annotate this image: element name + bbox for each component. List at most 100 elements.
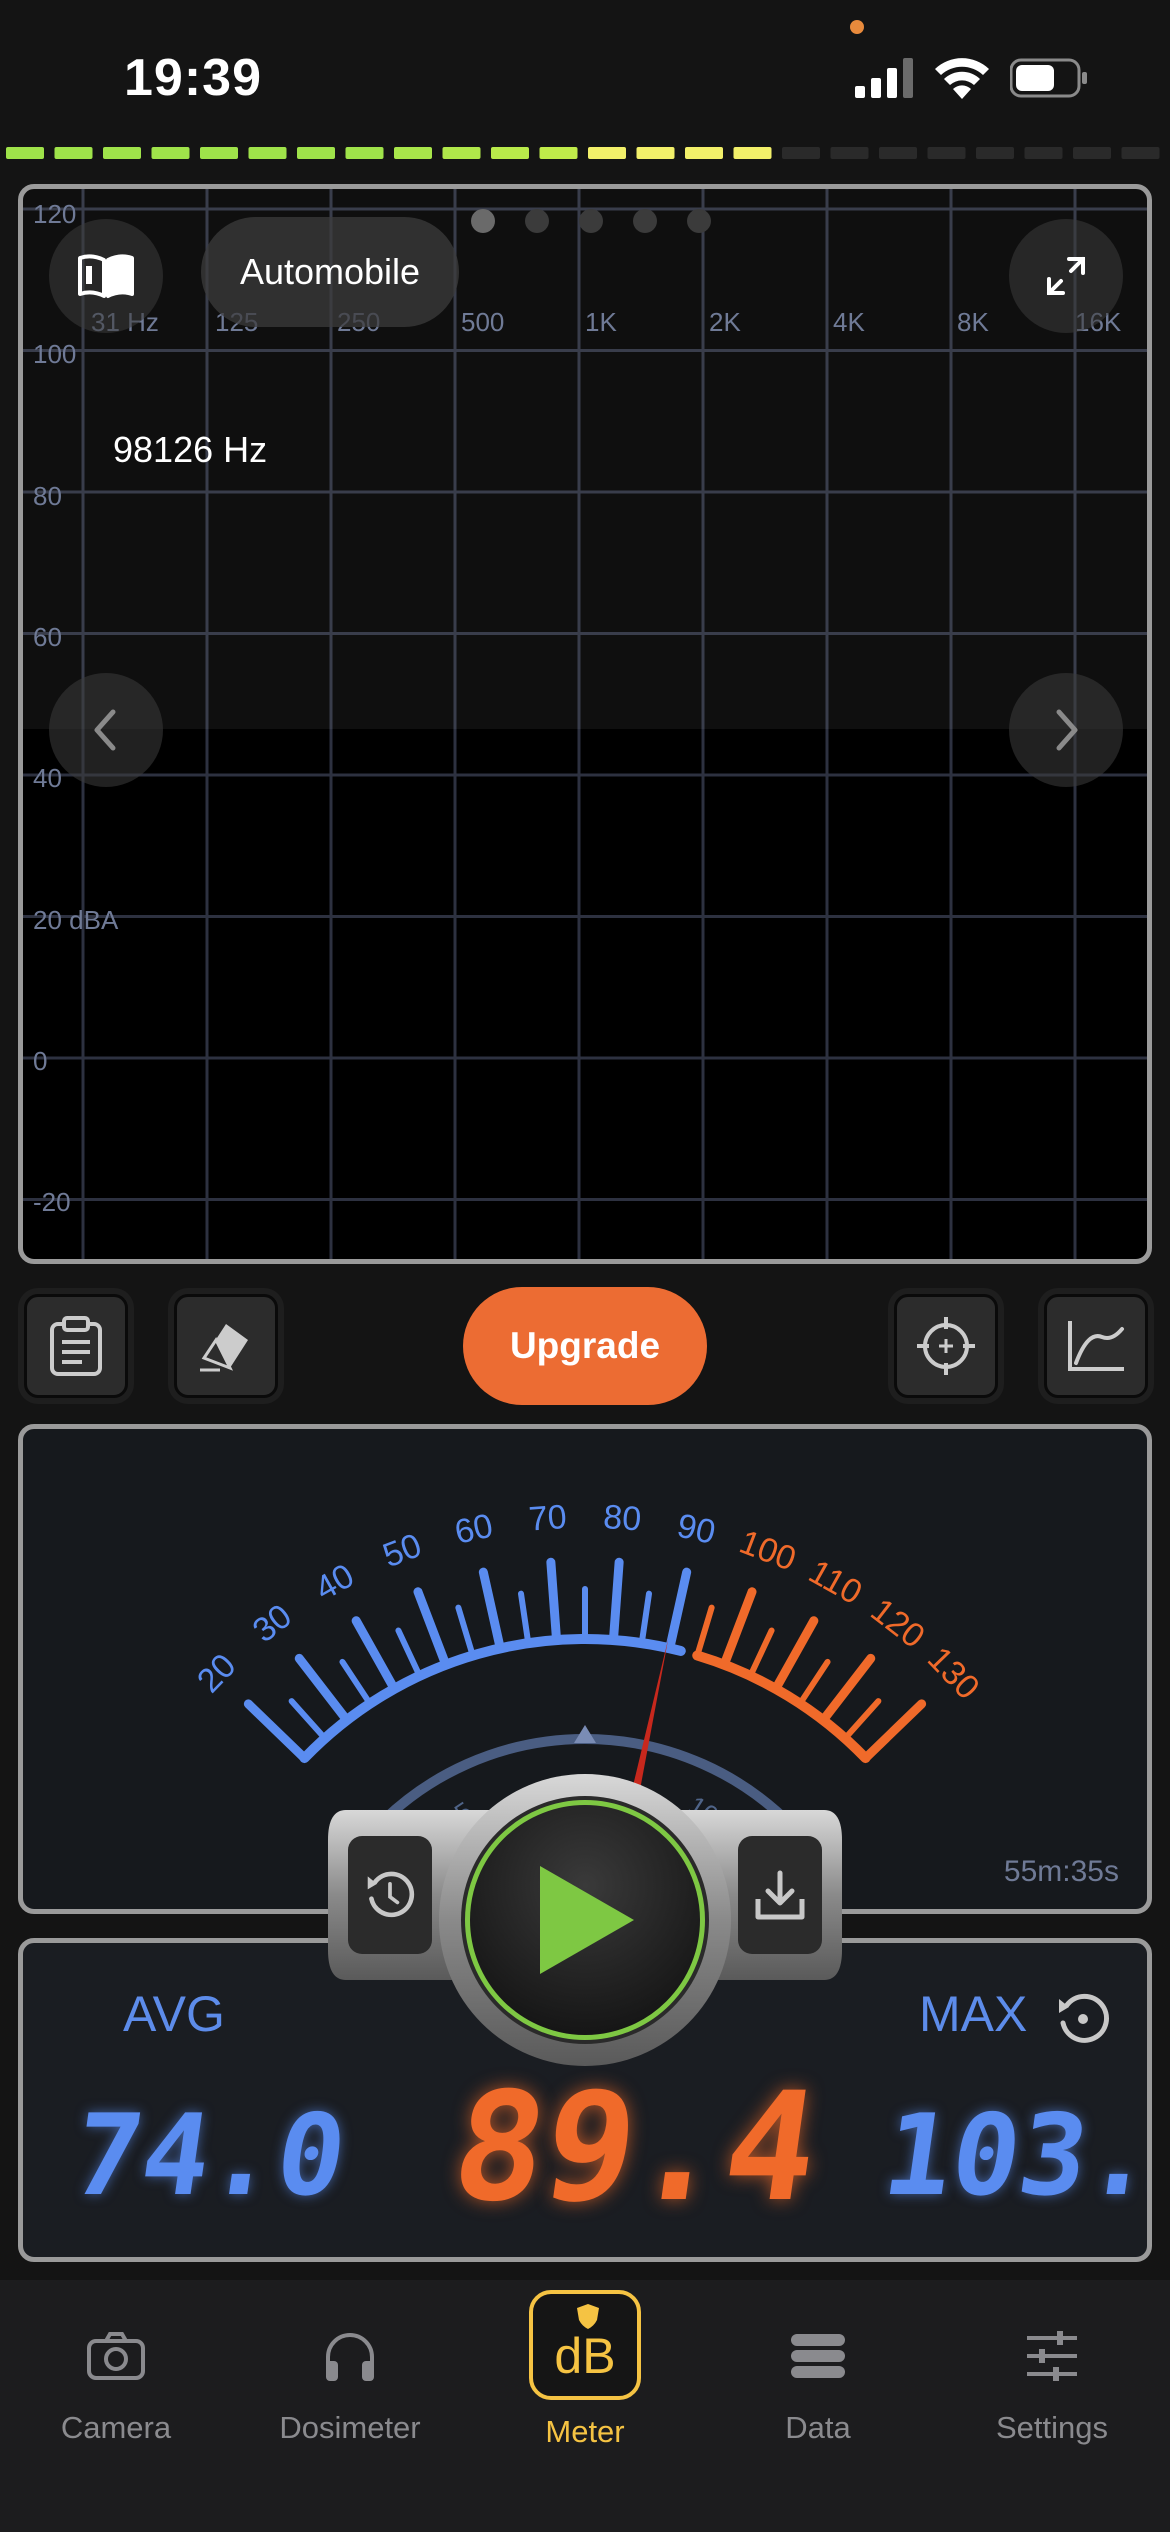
restart-icon: [367, 1871, 415, 1918]
gauge-tick: [294, 1653, 352, 1725]
guide-button[interactable]: [49, 219, 163, 333]
level-segment: [830, 147, 869, 159]
report-button[interactable]: [24, 1294, 128, 1398]
level-segment: [1024, 147, 1063, 159]
freq-tick-4k: 4K: [833, 307, 865, 337]
gauge-scale-label: 70: [527, 1498, 567, 1539]
gauge-scale-label: 130: [920, 1640, 987, 1707]
expand-icon: [1047, 257, 1085, 295]
db-badge-text: dB: [554, 2328, 616, 2384]
next-view-button[interactable]: [1009, 673, 1123, 787]
book-icon: [78, 254, 134, 298]
battery-icon: [1010, 58, 1087, 98]
page-dot-5[interactable]: [687, 209, 711, 233]
level-segment: [782, 147, 820, 159]
page-dot-2[interactable]: [525, 209, 549, 233]
level-segment: [248, 147, 287, 159]
level-segment: [685, 147, 723, 159]
tab-settings[interactable]: Settings: [952, 2316, 1152, 2486]
tab-bar: Camera Dosimeter dB Meter Data Settings: [0, 2280, 1170, 2532]
gauge-tick: [861, 1699, 927, 1763]
elapsed-time: 55m:35s: [1003, 1855, 1119, 1888]
tab-dosimeter-label: Dosimeter: [279, 2410, 421, 2445]
level-segment: [927, 147, 966, 159]
gauge-tick: [455, 1604, 476, 1659]
graph-button[interactable]: [1044, 1294, 1148, 1398]
calibrate-button[interactable]: [894, 1294, 998, 1398]
save-button[interactable]: [738, 1836, 822, 1954]
tab-settings-label: Settings: [995, 2410, 1108, 2445]
gauge-scale-label: 20: [190, 1647, 244, 1701]
level-segment: [151, 147, 190, 159]
status-bar: 19:39: [0, 0, 1170, 140]
level-segment: [394, 147, 432, 159]
gauge-scale-label: 90: [674, 1507, 719, 1552]
level-segment: [1073, 147, 1111, 159]
level-segment: [345, 147, 384, 159]
download-icon: [755, 1870, 805, 1920]
gauge-tick: [413, 1587, 451, 1670]
page-dot-1[interactable]: [471, 209, 495, 233]
center-marker: [574, 1725, 596, 1743]
level-segment: [200, 147, 238, 159]
tab-data[interactable]: Data: [718, 2316, 918, 2486]
play-button[interactable]: [465, 1800, 705, 2040]
page-dot-4[interactable]: [633, 209, 657, 233]
level-segment: [1121, 147, 1160, 159]
gauge-scale-label: 40: [309, 1557, 361, 1609]
upgrade-button[interactable]: Upgrade: [463, 1287, 707, 1405]
headphones-icon: [310, 2316, 390, 2396]
db-tick-40: 40: [33, 763, 62, 793]
level-segment: [442, 147, 481, 159]
preset-selector-button[interactable]: Automobile: [201, 217, 459, 327]
clipboard-icon: [50, 1316, 102, 1376]
max-label: MAX: [919, 1986, 1028, 2042]
db-badge-icon: dB: [529, 2290, 641, 2400]
freq-tick-8k: 8K: [957, 307, 989, 337]
max-value: 103.3: [875, 2091, 1152, 2221]
avg-label: AVG: [123, 1986, 225, 2042]
gauge-scale-label: 60: [451, 1507, 496, 1552]
current-level-value: 89.4: [442, 2061, 829, 2235]
page-indicator[interactable]: [471, 209, 711, 233]
freq-tick-2k: 2K: [709, 307, 741, 337]
gauge-tick: [608, 1557, 624, 1645]
shield-icon: [577, 2304, 599, 2329]
gauge-tick: [638, 1590, 653, 1647]
db-tick-120: 120: [33, 199, 77, 229]
db-tick-0: 0: [33, 1046, 48, 1076]
level-segment: [54, 147, 93, 159]
camera-icon: [76, 2316, 156, 2396]
previous-view-button[interactable]: [49, 673, 163, 787]
reset-max-button[interactable]: [1055, 1991, 1111, 2047]
tab-dosimeter[interactable]: Dosimeter: [250, 2316, 450, 2486]
gauge-tick: [665, 1567, 692, 1653]
level-segment: [103, 147, 141, 159]
level-segment: [733, 147, 772, 159]
gauge-tick: [719, 1587, 757, 1670]
database-icon: [778, 2316, 858, 2396]
gauge-tick: [747, 1627, 775, 1679]
gauge-tick: [288, 1698, 328, 1742]
db-tick-60: 60: [33, 622, 62, 652]
db-tick-80: 80: [33, 481, 62, 511]
sliders-icon: [1012, 2316, 1092, 2396]
gauge-tick: [351, 1616, 399, 1694]
play-icon: [540, 1866, 634, 1974]
eraser-button[interactable]: [174, 1294, 278, 1398]
reset-session-button[interactable]: [348, 1836, 432, 1954]
gauge-tick: [694, 1604, 715, 1659]
reset-icon: [1059, 1993, 1109, 2043]
wifi-icon: [935, 58, 989, 99]
page-dot-3[interactable]: [579, 209, 603, 233]
chevron-left-icon: [94, 709, 116, 751]
gauge-tick: [395, 1627, 423, 1679]
spectrum-panel: 120 100 80 60 40 20 dBA 0 -20 31 Hz 125 …: [18, 184, 1152, 1264]
db-tick-100: 100: [33, 339, 77, 369]
freq-tick-500: 500: [461, 307, 505, 337]
db-tick-minus20: -20: [33, 1187, 71, 1217]
tab-camera[interactable]: Camera: [16, 2316, 216, 2486]
playback-controls: [326, 1770, 844, 2070]
tab-meter[interactable]: dB Meter: [485, 2290, 685, 2486]
fullscreen-button[interactable]: [1009, 219, 1123, 333]
